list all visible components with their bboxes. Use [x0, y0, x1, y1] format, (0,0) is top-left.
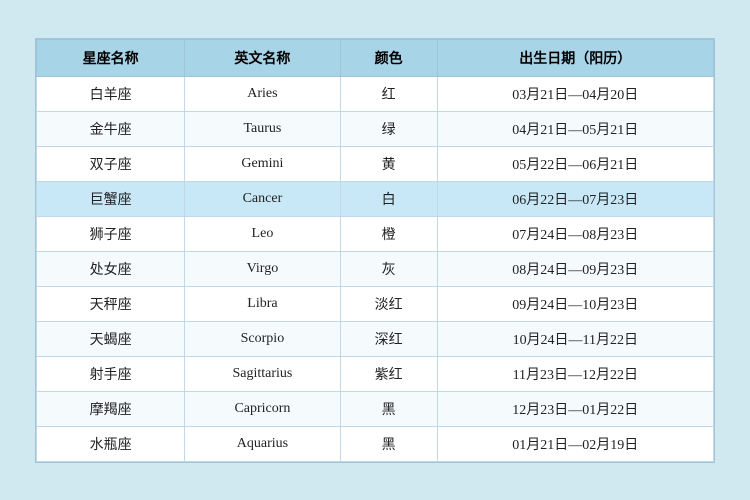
cell-dates: 08月24日—09月23日	[437, 251, 713, 286]
cell-color: 黄	[340, 146, 437, 181]
table-row: 水瓶座Aquarius黑01月21日—02月19日	[37, 426, 714, 461]
cell-chinese-name: 狮子座	[37, 216, 185, 251]
cell-english-name: Virgo	[185, 251, 340, 286]
cell-color: 红	[340, 76, 437, 111]
table-row: 天蝎座Scorpio深红10月24日—11月22日	[37, 321, 714, 356]
cell-chinese-name: 射手座	[37, 356, 185, 391]
zodiac-table: 星座名称 英文名称 颜色 出生日期（阳历） 白羊座Aries红03月21日—04…	[36, 39, 714, 462]
table-row: 巨蟹座Cancer白06月22日—07月23日	[37, 181, 714, 216]
table-row: 狮子座Leo橙07月24日—08月23日	[37, 216, 714, 251]
table-row: 白羊座Aries红03月21日—04月20日	[37, 76, 714, 111]
cell-dates: 06月22日—07月23日	[437, 181, 713, 216]
cell-color: 淡红	[340, 286, 437, 321]
cell-english-name: Scorpio	[185, 321, 340, 356]
cell-color: 灰	[340, 251, 437, 286]
cell-english-name: Taurus	[185, 111, 340, 146]
header-english-name: 英文名称	[185, 39, 340, 76]
header-dates: 出生日期（阳历）	[437, 39, 713, 76]
cell-dates: 01月21日—02月19日	[437, 426, 713, 461]
cell-dates: 11月23日—12月22日	[437, 356, 713, 391]
cell-color: 白	[340, 181, 437, 216]
cell-dates: 09月24日—10月23日	[437, 286, 713, 321]
cell-color: 橙	[340, 216, 437, 251]
cell-chinese-name: 双子座	[37, 146, 185, 181]
table-row: 摩羯座Capricorn黑12月23日—01月22日	[37, 391, 714, 426]
cell-color: 黑	[340, 426, 437, 461]
cell-english-name: Capricorn	[185, 391, 340, 426]
cell-chinese-name: 处女座	[37, 251, 185, 286]
cell-english-name: Gemini	[185, 146, 340, 181]
cell-color: 紫红	[340, 356, 437, 391]
table-row: 处女座Virgo灰08月24日—09月23日	[37, 251, 714, 286]
cell-chinese-name: 白羊座	[37, 76, 185, 111]
cell-chinese-name: 天蝎座	[37, 321, 185, 356]
cell-chinese-name: 天秤座	[37, 286, 185, 321]
cell-color: 绿	[340, 111, 437, 146]
cell-dates: 04月21日—05月21日	[437, 111, 713, 146]
cell-dates: 05月22日—06月21日	[437, 146, 713, 181]
table-row: 射手座Sagittarius紫红11月23日—12月22日	[37, 356, 714, 391]
cell-english-name: Cancer	[185, 181, 340, 216]
cell-dates: 03月21日—04月20日	[437, 76, 713, 111]
cell-chinese-name: 巨蟹座	[37, 181, 185, 216]
cell-english-name: Aquarius	[185, 426, 340, 461]
cell-dates: 07月24日—08月23日	[437, 216, 713, 251]
table-row: 天秤座Libra淡红09月24日—10月23日	[37, 286, 714, 321]
cell-english-name: Aries	[185, 76, 340, 111]
cell-color: 深红	[340, 321, 437, 356]
table-header-row: 星座名称 英文名称 颜色 出生日期（阳历）	[37, 39, 714, 76]
cell-chinese-name: 摩羯座	[37, 391, 185, 426]
cell-dates: 12月23日—01月22日	[437, 391, 713, 426]
cell-english-name: Leo	[185, 216, 340, 251]
table-row: 金牛座Taurus绿04月21日—05月21日	[37, 111, 714, 146]
header-color: 颜色	[340, 39, 437, 76]
cell-color: 黑	[340, 391, 437, 426]
cell-dates: 10月24日—11月22日	[437, 321, 713, 356]
zodiac-table-container: 星座名称 英文名称 颜色 出生日期（阳历） 白羊座Aries红03月21日—04…	[35, 38, 715, 463]
cell-chinese-name: 水瓶座	[37, 426, 185, 461]
cell-english-name: Libra	[185, 286, 340, 321]
cell-chinese-name: 金牛座	[37, 111, 185, 146]
header-chinese-name: 星座名称	[37, 39, 185, 76]
table-row: 双子座Gemini黄05月22日—06月21日	[37, 146, 714, 181]
cell-english-name: Sagittarius	[185, 356, 340, 391]
